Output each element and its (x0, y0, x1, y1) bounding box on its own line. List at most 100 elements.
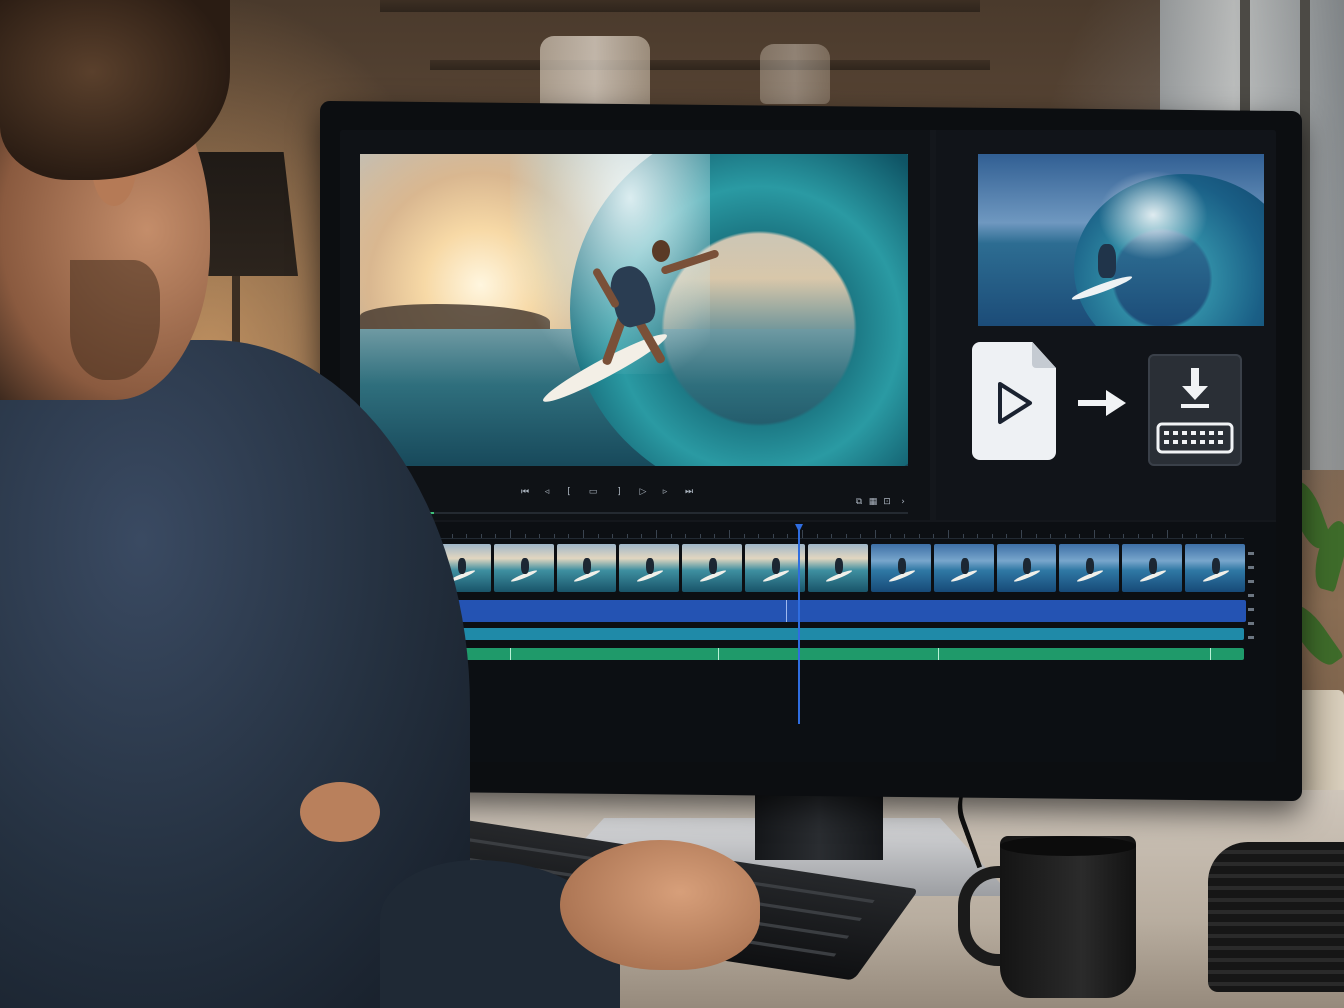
scrollbar-tick (1248, 566, 1254, 569)
ruler-tick (1050, 534, 1052, 538)
ruler-tick (597, 534, 599, 538)
scrollbar-tick (1248, 594, 1254, 597)
filmstrip-frame (745, 544, 805, 592)
playhead[interactable] (798, 528, 800, 724)
filmstrip-frame (808, 544, 868, 592)
download-keyboard-icon[interactable] (1148, 354, 1242, 466)
play-icon[interactable]: ▷ (636, 486, 650, 498)
ruler-tick (524, 534, 526, 538)
scrollbar-tick (1248, 636, 1254, 639)
filmstrip-frame (870, 544, 931, 592)
ruler-tick (816, 534, 818, 538)
ruler-tick (1167, 530, 1168, 538)
step-forward-icon[interactable]: ▹ (658, 486, 672, 498)
mark-out-icon[interactable]: ] (612, 486, 626, 498)
filmstrip-frame (619, 544, 680, 592)
ruler-tick (583, 530, 584, 538)
ruler-tick (1152, 534, 1154, 538)
surfer (1098, 244, 1116, 278)
ruler-tick (802, 530, 803, 538)
export-panel (936, 130, 1276, 520)
filmstrip-frame (996, 544, 1057, 592)
ruler-tick (539, 534, 541, 538)
ruler-tick (772, 534, 774, 538)
ruler-tick (1123, 534, 1125, 538)
ruler-tick (553, 534, 555, 538)
loop-icon[interactable]: ▭ (586, 486, 600, 498)
ruler-tick (1196, 534, 1198, 538)
clip-thumbnail[interactable] (978, 154, 1264, 326)
ruler-tick (787, 534, 789, 538)
ruler-tick (831, 534, 833, 538)
person-left-hand (300, 782, 380, 842)
ruler-tick (860, 534, 862, 538)
scrollbar-tick (1248, 608, 1254, 611)
ruler-tick (1064, 534, 1066, 538)
ruler-tick (977, 534, 979, 538)
jar (760, 44, 830, 104)
ruler-tick (1021, 530, 1022, 538)
ruler-tick (1137, 534, 1139, 538)
ruler-tick (875, 530, 876, 538)
scrollbar-tick (1248, 552, 1254, 555)
step-back-icon[interactable]: ◃ (540, 486, 554, 498)
filmstrip-frame (933, 544, 994, 592)
ruler-tick (1094, 530, 1095, 538)
play-triangle-icon (998, 382, 1032, 424)
ruler-tick (904, 534, 906, 538)
filmstrip-frame (1185, 544, 1245, 592)
more-icon[interactable]: › (896, 496, 910, 508)
scrollbar-tick (1248, 622, 1254, 625)
ruler-tick (626, 534, 628, 538)
ruler-tick (612, 534, 614, 538)
surfer-head (652, 240, 670, 262)
go-to-end-icon[interactable]: ⏭ (682, 486, 696, 498)
ruler-tick (1079, 534, 1081, 538)
export-frame-icon[interactable]: ⊡ (880, 496, 894, 508)
clip-cut (1210, 648, 1211, 660)
coffee-mug (1000, 836, 1136, 998)
ruler-tick (845, 534, 847, 538)
ruler-tick (918, 534, 920, 538)
ruler-tick (1181, 534, 1183, 538)
ruler-tick (729, 530, 730, 538)
filmstrip-frame (1122, 544, 1183, 592)
grid-icon[interactable]: ▦ (866, 496, 880, 508)
ruler-tick (758, 534, 760, 538)
scrollbar-tick (1248, 580, 1254, 583)
filmstrip-frame (1059, 544, 1120, 592)
safe-margins-icon[interactable]: ⧉ (852, 496, 866, 508)
ruler-tick (1006, 534, 1008, 538)
ruler-tick (933, 534, 935, 538)
camera-lens (1208, 842, 1344, 992)
ruler-tick (714, 534, 716, 538)
ruler-tick (889, 534, 891, 538)
person-beard (70, 260, 160, 380)
ruler-tick (670, 534, 672, 538)
go-to-start-icon[interactable]: ⏮ (518, 486, 532, 498)
mug-rim (1000, 836, 1136, 856)
person (0, 0, 520, 1008)
clip-cut (938, 648, 939, 660)
clip-cut (786, 600, 787, 622)
ruler-tick (948, 530, 949, 538)
ruler-tick (685, 534, 687, 538)
ruler-tick (1210, 534, 1212, 538)
ruler-tick (991, 534, 993, 538)
mark-in-icon[interactable]: [ (562, 486, 576, 498)
timeline-scrollbar[interactable] (1246, 542, 1256, 722)
filmstrip-frame (556, 544, 617, 592)
ruler-tick (743, 534, 745, 538)
download-arrow-icon (1181, 368, 1209, 408)
ruler-tick (641, 534, 643, 538)
ruler-tick (962, 534, 964, 538)
keyboard-icon (1156, 422, 1234, 454)
ruler-tick (1035, 534, 1037, 538)
person-right-hand (560, 840, 760, 970)
spray (1098, 170, 1208, 260)
ruler-tick (1108, 534, 1110, 538)
ruler-tick (656, 530, 657, 538)
ruler-tick (568, 534, 570, 538)
arrow-right-icon (1078, 390, 1126, 416)
filmstrip-frame (682, 544, 743, 592)
